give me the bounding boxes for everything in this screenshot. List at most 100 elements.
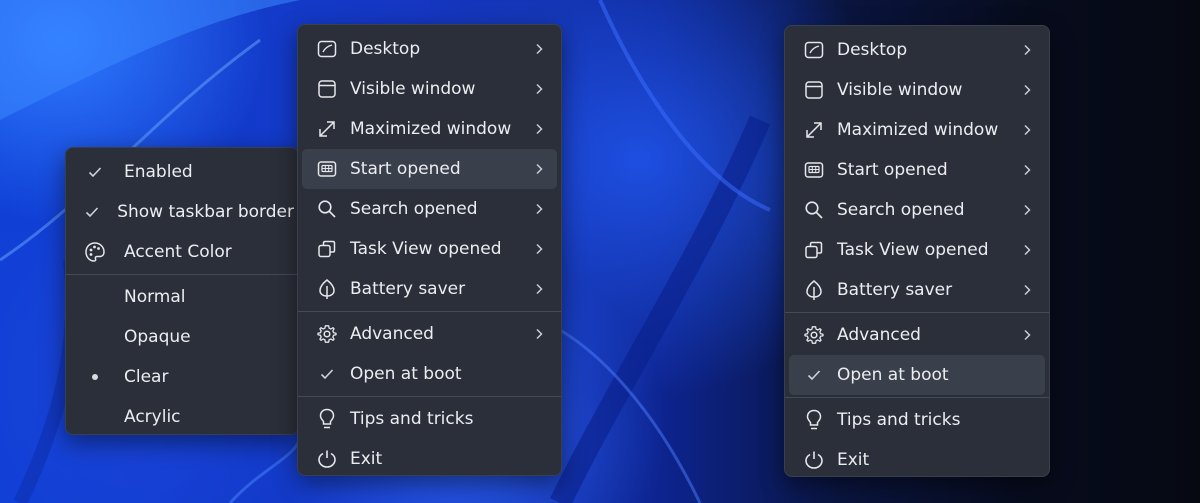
menu-item-label: Exit: [837, 450, 870, 470]
menu-item-label: Tips and tricks: [837, 410, 961, 430]
chevron-right-icon: [535, 328, 543, 340]
menu-item-maximized-window[interactable]: Maximized window: [302, 109, 557, 149]
menu-separator: [298, 311, 561, 312]
menu-item-advanced[interactable]: Advanced: [302, 314, 557, 354]
task-view-icon: [801, 238, 827, 262]
menu-item-visible-window[interactable]: Visible window: [302, 69, 557, 109]
menu-item-accent-color[interactable]: Accent Color: [70, 232, 294, 272]
menu-item-label: Clear: [124, 367, 169, 387]
menu-item-label: Open at boot: [350, 364, 462, 384]
check-icon: [84, 160, 106, 184]
chevron-right-icon: [535, 243, 543, 255]
menu-item-label: Advanced: [350, 324, 434, 344]
menu-item-label: Task View opened: [350, 239, 502, 259]
palette-icon: [84, 240, 106, 264]
start-icon: [314, 157, 340, 181]
menu-item-search-opened[interactable]: Search opened: [789, 190, 1045, 230]
lightbulb-icon: [314, 407, 340, 431]
menu-separator: [785, 397, 1049, 398]
menu-item-task-view-opened[interactable]: Task View opened: [302, 229, 557, 269]
check-icon: [314, 362, 340, 386]
main-context-menu-variant: Desktop Visible window Maximized window …: [784, 25, 1050, 477]
desktop-icon: [314, 37, 340, 61]
menu-separator: [785, 312, 1049, 313]
menu-item-open-at-boot[interactable]: Open at boot: [789, 355, 1045, 395]
start-icon: [801, 158, 827, 182]
menu-item-tips-and-tricks[interactable]: Tips and tricks: [789, 400, 1045, 440]
window-icon: [314, 77, 340, 101]
main-context-menu: Desktop Visible window Maximized window …: [297, 24, 562, 476]
menu-item-style-opaque[interactable]: Opaque: [70, 317, 294, 357]
menu-item-label: Start opened: [350, 159, 461, 179]
chevron-right-icon: [1023, 329, 1031, 341]
chevron-right-icon: [1023, 124, 1031, 136]
check-icon: [801, 363, 827, 387]
menu-item-label: Maximized window: [837, 120, 999, 140]
menu-item-label: Normal: [124, 287, 186, 307]
check-icon: [84, 200, 99, 224]
radio-dot-icon: [84, 365, 106, 389]
menu-item-label: Show taskbar border: [117, 202, 294, 222]
menu-item-label: Open at boot: [837, 365, 949, 385]
chevron-right-icon: [1023, 204, 1031, 216]
menu-item-label: Accent Color: [124, 242, 232, 262]
menu-item-label: Start opened: [837, 160, 948, 180]
menu-item-open-at-boot[interactable]: Open at boot: [302, 354, 557, 394]
leaf-icon: [801, 278, 827, 302]
search-icon: [314, 197, 340, 221]
menu-item-label: Visible window: [350, 79, 476, 99]
maximize-icon: [801, 118, 827, 142]
gear-icon: [801, 323, 827, 347]
menu-item-enabled[interactable]: Enabled: [70, 152, 294, 192]
menu-item-label: Battery saver: [837, 280, 953, 300]
menu-item-style-clear[interactable]: Clear: [70, 357, 294, 397]
search-icon: [801, 198, 827, 222]
menu-item-label: Battery saver: [350, 279, 466, 299]
chevron-right-icon: [1023, 244, 1031, 256]
desktop-icon: [801, 38, 827, 62]
lightbulb-icon: [801, 408, 827, 432]
menu-item-tips-and-tricks[interactable]: Tips and tricks: [302, 399, 557, 439]
menu-item-start-opened[interactable]: Start opened: [302, 149, 557, 189]
menu-item-start-opened[interactable]: Start opened: [789, 150, 1045, 190]
menu-item-label: Acrylic: [124, 407, 181, 427]
menu-item-label: Tips and tricks: [350, 409, 474, 429]
menu-item-desktop[interactable]: Desktop: [789, 30, 1045, 70]
menu-item-maximized-window[interactable]: Maximized window: [789, 110, 1045, 150]
chevron-right-icon: [1023, 84, 1031, 96]
leaf-icon: [314, 277, 340, 301]
menu-separator: [66, 274, 298, 275]
menu-item-style-normal[interactable]: Normal: [70, 277, 294, 317]
menu-item-label: Visible window: [837, 80, 963, 100]
gear-icon: [314, 322, 340, 346]
power-icon: [314, 447, 340, 471]
chevron-right-icon: [535, 163, 543, 175]
accent-submenu: Enabled Show taskbar border Accent Color…: [65, 147, 299, 435]
menu-item-exit[interactable]: Exit: [302, 439, 557, 479]
menu-item-label: Task View opened: [837, 240, 989, 260]
menu-item-visible-window[interactable]: Visible window: [789, 70, 1045, 110]
menu-item-battery-saver[interactable]: Battery saver: [789, 270, 1045, 310]
menu-item-task-view-opened[interactable]: Task View opened: [789, 230, 1045, 270]
menu-item-show-taskbar-border[interactable]: Show taskbar border: [70, 192, 294, 232]
menu-item-desktop[interactable]: Desktop: [302, 29, 557, 69]
menu-item-label: Exit: [350, 449, 383, 469]
menu-item-label: Opaque: [124, 327, 191, 347]
menu-item-label: Search opened: [350, 199, 478, 219]
menu-item-label: Maximized window: [350, 119, 512, 139]
menu-item-exit[interactable]: Exit: [789, 440, 1045, 480]
menu-item-label: Desktop: [350, 39, 421, 59]
menu-item-label: Desktop: [837, 40, 908, 60]
menu-item-advanced[interactable]: Advanced: [789, 315, 1045, 355]
window-icon: [801, 78, 827, 102]
menu-separator: [298, 396, 561, 397]
menu-item-style-acrylic[interactable]: Acrylic: [70, 397, 294, 437]
menu-item-search-opened[interactable]: Search opened: [302, 189, 557, 229]
chevron-right-icon: [535, 203, 543, 215]
menu-item-label: Advanced: [837, 325, 921, 345]
chevron-right-icon: [1023, 284, 1031, 296]
chevron-right-icon: [1023, 44, 1031, 56]
chevron-right-icon: [1023, 164, 1031, 176]
chevron-right-icon: [535, 123, 543, 135]
menu-item-battery-saver[interactable]: Battery saver: [302, 269, 557, 309]
